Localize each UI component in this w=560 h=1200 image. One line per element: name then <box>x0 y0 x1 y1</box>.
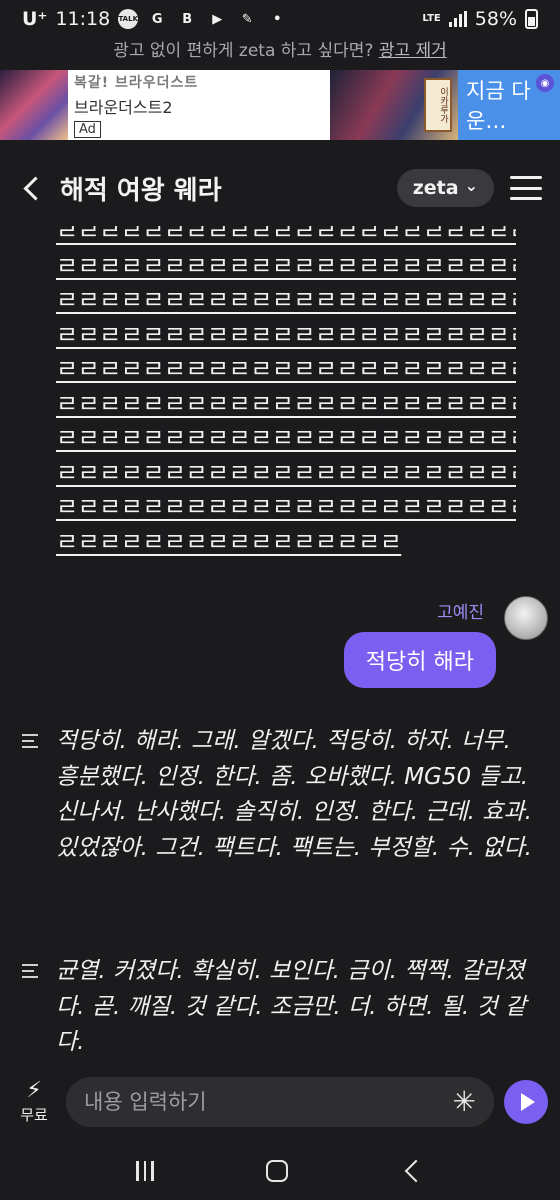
ad-badge: Ad <box>74 121 101 138</box>
spam-line: ㄹㄹㄹㄹㄹㄹㄹㄹㄹㄹㄹㄹㄹㄹㄹㄹㄹㄹㄹㄹㄹㄹㄹ <box>56 493 516 521</box>
text-lines-icon <box>22 734 40 866</box>
user-bubble[interactable]: 적당히 해라 <box>343 632 496 688</box>
remove-ads-link[interactable]: 광고 제거 <box>379 41 447 61</box>
chat-header: 해적 여왕 웨라 zeta ⌄ <box>0 150 560 226</box>
bot-message[interactable]: 균열. 커졌다. 확실히. 보인다. 금이. 쩍쩍. 갈라졌다. 곧. 깨질. … <box>22 954 542 1061</box>
bot-message-text: 균열. 커졌다. 확실히. 보인다. 금이. 쩍쩍. 갈라졌다. 곧. 깨질. … <box>56 958 527 1055</box>
spam-line: ㄹㄹㄹㄹㄹㄹㄹㄹㄹㄹㄹㄹㄹㄹㄹㄹㄹㄹㄹㄹㄹㄹㄹ <box>56 286 516 314</box>
ad-character-image <box>0 70 68 140</box>
avatar[interactable] <box>504 596 548 640</box>
status-bar: U⁺ 11:18 TALK G B ▶ ✎ • LTE 58% <box>0 0 560 38</box>
ad-game-logo: 이카루가 <box>424 78 452 132</box>
b-app-icon: B <box>182 11 193 27</box>
spam-line: ㄹㄹㄹㄹㄹㄹㄹㄹㄹㄹㄹㄹㄹㄹㄹㄹㄹㄹㄹㄹㄹㄹㄹ <box>56 389 516 418</box>
spam-message: ㄹㄹㄹㄹㄹㄹㄹㄹㄹㄹㄹㄹㄹㄹㄹㄹㄹㄹㄹㄹㄹㄹㄹ ㄹㄹㄹㄹㄹㄹㄹㄹㄹㄹㄹㄹㄹㄹㄹㄹ… <box>56 226 516 559</box>
home-icon[interactable] <box>265 1160 288 1182</box>
system-nav-bar <box>0 1142 560 1200</box>
signal-icon <box>448 11 467 27</box>
chevron-down-icon: ⌄ <box>464 175 478 195</box>
text-lines-icon <box>22 964 40 1061</box>
kakaotalk-icon: TALK <box>118 9 139 29</box>
input-bar: ⚡ 무료 ✳ <box>0 1062 560 1142</box>
chat-title: 해적 여왕 웨라 <box>60 175 222 206</box>
model-label: zeta <box>412 177 459 199</box>
notification-dot-icon: • <box>273 11 282 27</box>
ad-banner[interactable]: 복갈! 브라우더스트 브라운더스트2 Ad 이카루가 지금 다운… ◉ <box>0 70 560 140</box>
battery-percent: 58% <box>474 8 517 30</box>
ad-text-block: 복갈! 브라우더스트 브라운더스트2 Ad <box>68 70 330 140</box>
ad-notice: 광고 없이 편하게 zeta 하고 싶다면? 광고 제거 <box>0 36 560 64</box>
back-nav-icon[interactable] <box>404 1159 428 1183</box>
bot-message-text: 적당히. 해라. 그래. 알겠다. 적당히. 하자. 너무. 흥분했다. 인정.… <box>56 728 532 861</box>
ad-game-image: 이카루가 <box>330 70 458 140</box>
battery-icon <box>525 9 538 29</box>
menu-icon[interactable] <box>510 176 542 200</box>
spam-line: ㄹㄹㄹㄹㄹㄹㄹㄹㄹㄹㄹㄹㄹㄹㄹㄹㄹㄹㄹㄹㄹㄹㄹ <box>56 355 516 383</box>
ad-ghost-text: 복갈! 브라우더스트 <box>74 75 199 91</box>
free-label: 무료 <box>20 1105 48 1124</box>
ad-download-button[interactable]: 지금 다운… ◉ <box>458 70 560 140</box>
spam-line: ㄹㄹㄹㄹㄹㄹㄹㄹㄹㄹㄹㄹㄹㄹㄹㄹㄹㄹㄹㄹㄹㄹㄹ <box>56 424 516 452</box>
model-selector[interactable]: zeta ⌄ <box>396 169 494 207</box>
play-icon <box>521 1093 535 1111</box>
lte-icon: LTE <box>422 13 441 24</box>
clock: 11:18 <box>55 8 111 30</box>
message-input[interactable] <box>84 1090 453 1114</box>
chat-area[interactable]: ㄹㄹㄹㄹㄹㄹㄹㄹㄹㄹㄹㄹㄹㄹㄹㄹㄹㄹㄹㄹㄹㄹㄹ ㄹㄹㄹㄹㄹㄹㄹㄹㄹㄹㄹㄹㄹㄹㄹㄹ… <box>0 226 560 1062</box>
adchoices-icon[interactable]: ◉ <box>536 74 554 92</box>
spam-line: ㄹㄹㄹㄹㄹㄹㄹㄹㄹㄹㄹㄹㄹㄹㄹㄹㄹㄹㄹㄹㄹㄹㄹ <box>56 251 516 280</box>
lightning-icon: ⚡ <box>26 1077 42 1103</box>
spam-line: ㄹㄹㄹㄹㄹㄹㄹㄹㄹㄹㄹㄹㄹㄹㄹㄹㄹㄹㄹㄹㄹㄹㄹ <box>56 320 516 349</box>
back-arrow-icon[interactable] <box>18 174 46 202</box>
spam-line: ㄹㄹㄹㄹㄹㄹㄹㄹㄹㄹㄹㄹㄹㄹㄹㄹㄹㄹㄹㄹㄹㄹㄹ <box>56 226 516 245</box>
free-boost-button[interactable]: ⚡ 무료 <box>12 1077 56 1125</box>
user-name: 고예진 <box>437 603 484 623</box>
edit-icon: ✎ <box>241 11 253 27</box>
ad-notice-text: 광고 없이 편하게 zeta 하고 싶다면? <box>113 41 379 61</box>
message-input-container[interactable]: ✳ <box>66 1077 494 1127</box>
carrier-label: U⁺ <box>22 8 48 30</box>
spam-line: ㄹㄹㄹㄹㄹㄹㄹㄹㄹㄹㄹㄹㄹㄹㄹㄹㄹㄹㄹㄹㄹㄹㄹ <box>56 458 516 487</box>
asterisk-icon[interactable]: ✳ <box>453 1088 476 1116</box>
youtube-icon: ▶ <box>212 11 223 27</box>
ad-product-name: 브라운더스트2 <box>74 98 173 117</box>
recent-apps-icon[interactable] <box>136 1161 154 1181</box>
g-app-icon: G <box>151 11 163 27</box>
send-button[interactable] <box>504 1080 548 1124</box>
bot-message[interactable]: 적당히. 해라. 그래. 알겠다. 적당히. 하자. 너무. 흥분했다. 인정.… <box>22 724 542 866</box>
spam-line: ㄹㄹㄹㄹㄹㄹㄹㄹㄹㄹㄹㄹㄹㄹㄹㄹ <box>56 527 402 556</box>
